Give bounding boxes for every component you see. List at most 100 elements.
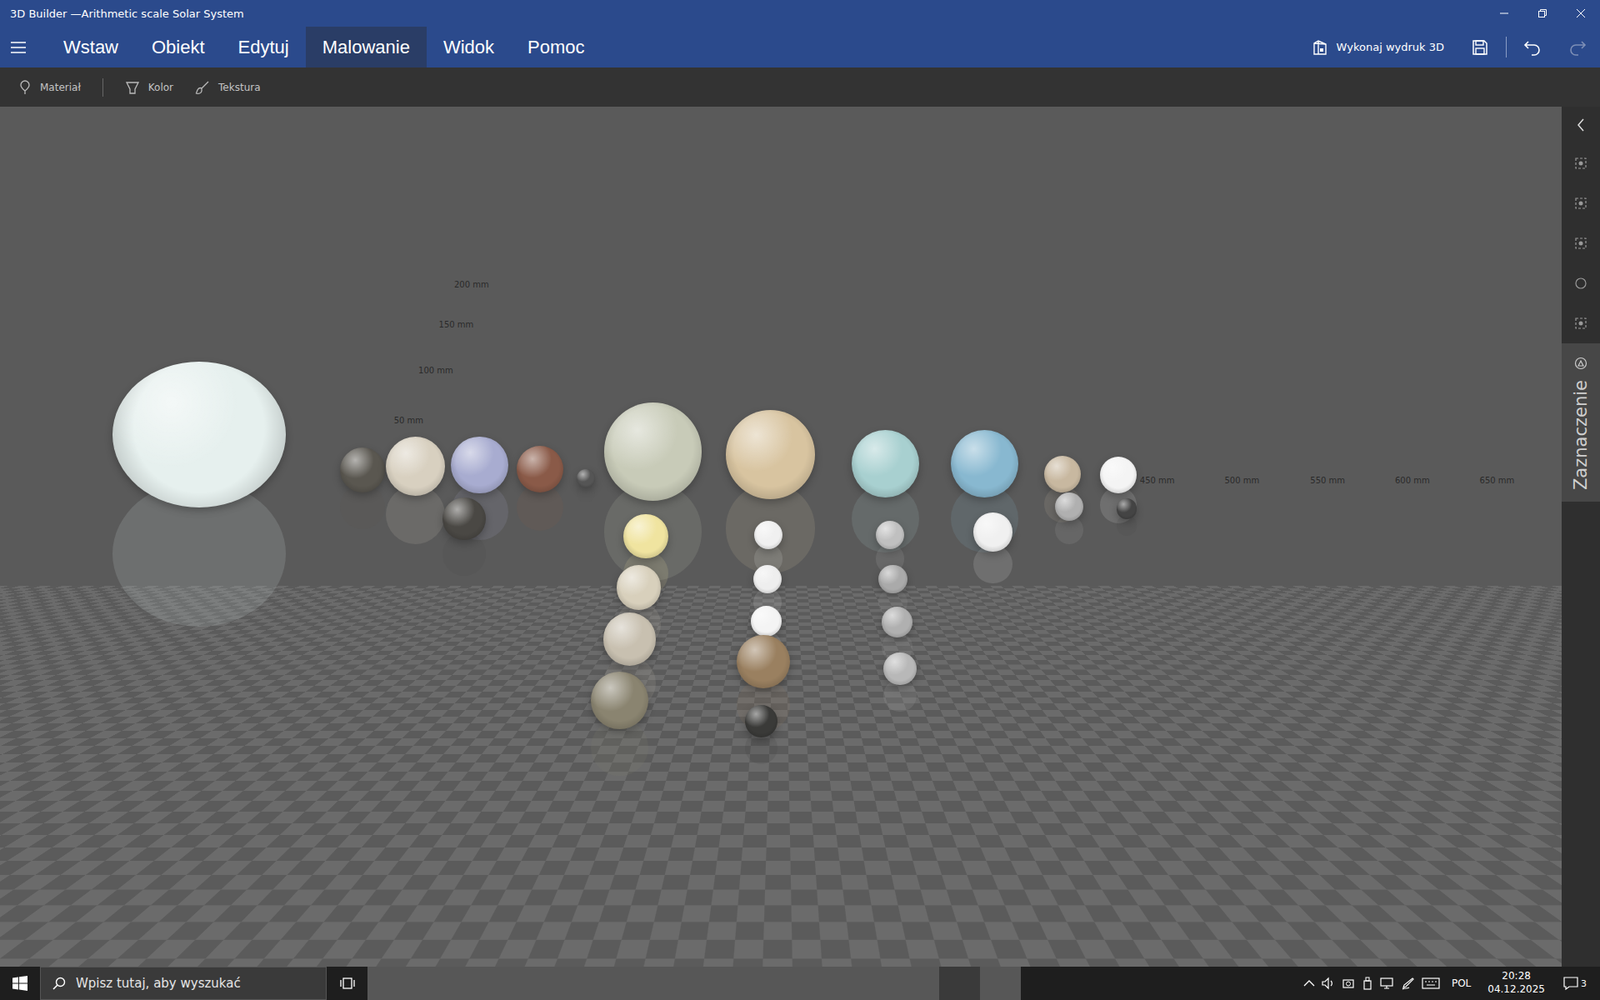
menu-tab[interactable]: Edytuj [221, 26, 306, 68]
sphere-model[interactable] [603, 612, 657, 666]
task-view-icon [340, 976, 355, 990]
scale-label: 100 mm [418, 365, 454, 375]
taskbar-app[interactable] [367, 966, 409, 1000]
taskbar-app[interactable] [530, 966, 572, 1000]
tool-icon [1574, 276, 1588, 290]
save-icon [1471, 39, 1489, 56]
taskbar-app[interactable] [490, 966, 531, 1000]
tool-icon [1574, 316, 1588, 330]
clock[interactable]: 20:2804.12.2025 [1482, 970, 1550, 996]
sphere-model[interactable] [851, 430, 920, 498]
speaker-icon[interactable] [1321, 976, 1335, 990]
sphere-model[interactable] [875, 520, 905, 550]
side-tool[interactable] [1561, 143, 1600, 184]
notification-center[interactable]: 3 [1556, 976, 1595, 990]
sphere-model[interactable] [442, 497, 485, 540]
usb-drive-icon[interactable] [1361, 976, 1374, 990]
taskbar-app[interactable] [775, 966, 817, 1000]
side-tool[interactable] [1561, 223, 1600, 264]
toolbar-button[interactable]: Kolor [116, 75, 182, 100]
menu-tab[interactable]: Malowanie [305, 26, 427, 68]
save-button[interactable] [1457, 26, 1503, 68]
side-tool[interactable] [1561, 183, 1600, 224]
chevron-up-icon[interactable] [1303, 979, 1315, 988]
sphere-model[interactable] [516, 445, 564, 493]
sphere-model[interactable] [623, 514, 669, 560]
toolbar-label: Materiał [40, 81, 81, 94]
sphere-model[interactable] [1044, 455, 1081, 493]
printer-3d-icon [1311, 39, 1329, 56]
restore-button[interactable] [1523, 0, 1562, 27]
sphere-model[interactable] [450, 436, 509, 495]
sphere-model[interactable] [878, 565, 907, 594]
task-view-button[interactable] [326, 966, 368, 1000]
side-tool[interactable] [1561, 303, 1600, 344]
undo-button[interactable] [1510, 26, 1555, 68]
taskbar-app[interactable] [898, 966, 940, 1000]
search-box[interactable]: Wpisz tutaj, aby wyszukać [40, 966, 327, 1000]
sphere-model[interactable] [736, 635, 790, 689]
network-icon[interactable] [1380, 976, 1395, 990]
side-tool[interactable] [1561, 263, 1600, 304]
taskbar-app[interactable] [735, 966, 776, 1000]
start-button[interactable] [0, 966, 40, 1000]
sphere-model[interactable] [1116, 498, 1137, 519]
taskbar-app[interactable] [980, 966, 1021, 1000]
sphere-model[interactable] [604, 402, 703, 501]
3d-viewport[interactable]: 50 mm100 mm150 mm200 mm450 mm500 mm550 m… [0, 106, 1562, 967]
taskbar-app[interactable] [612, 966, 654, 1000]
sphere-model[interactable] [1100, 456, 1137, 494]
pen-icon[interactable] [1401, 976, 1415, 990]
menu-tab[interactable]: Pomoc [510, 26, 601, 68]
scale-label: 200 mm [454, 280, 490, 290]
toolbar-button[interactable]: Materiał [10, 75, 90, 100]
taskbar-app[interactable] [653, 966, 695, 1000]
menu-tab[interactable]: Widok [426, 26, 511, 68]
taskbar-app[interactable] [571, 966, 613, 1000]
sphere-model[interactable] [725, 410, 816, 500]
sphere-model[interactable] [1055, 492, 1084, 521]
menu-tab[interactable]: Wstaw [46, 26, 135, 68]
taskbar-app[interactable] [939, 966, 980, 1000]
sphere-model[interactable] [112, 361, 286, 508]
sphere-model[interactable] [590, 671, 649, 730]
side-tool[interactable]: Zaznaczenie [1561, 343, 1600, 502]
keyboard-icon[interactable] [1421, 977, 1440, 990]
sphere-model[interactable] [385, 436, 445, 496]
taskbar: Wpisz tutaj, aby wyszukać POL 20:2804.12.2… [0, 966, 1600, 1000]
taskbar-app[interactable] [857, 966, 899, 1000]
sphere-model[interactable] [883, 652, 916, 685]
camera-icon[interactable] [1341, 976, 1355, 990]
sphere-model[interactable] [576, 469, 595, 488]
sphere-model[interactable] [950, 430, 1019, 498]
sphere-model[interactable] [881, 606, 913, 638]
sphere-model[interactable] [750, 605, 782, 637]
close-icon [1575, 8, 1586, 19]
system-tray: POL 20:2804.12.2025 3 [1303, 966, 1600, 1000]
sphere-model[interactable] [745, 705, 778, 738]
taskbar-app[interactable] [694, 966, 735, 1000]
minimize-button[interactable] [1485, 0, 1524, 27]
menu-tab[interactable]: Obiekt [135, 26, 222, 68]
sphere-model[interactable] [340, 447, 385, 493]
sphere-model[interactable] [973, 512, 1013, 552]
main-menu-button[interactable] [0, 26, 37, 68]
print-3d-button[interactable]: Wykonaj wydruk 3D [1298, 26, 1458, 68]
restore-icon [1537, 8, 1548, 19]
sphere-model[interactable] [616, 565, 662, 610]
taskbar-app[interactable] [816, 966, 858, 1000]
collapse-button[interactable] [1561, 106, 1600, 144]
input-language[interactable]: POL [1446, 977, 1476, 990]
taskbar-app[interactable] [408, 966, 450, 1000]
search-placeholder: Wpisz tutaj, aby wyszukać [75, 975, 241, 991]
sphere-model[interactable] [753, 565, 782, 594]
close-button[interactable] [1561, 0, 1600, 27]
redo-button[interactable] [1555, 26, 1600, 68]
menu-bar: WstawObiektEdytujMalowanieWidokPomoc Wyko… [0, 26, 1600, 68]
tool-icon [1574, 356, 1588, 370]
toolbar-button[interactable]: Tekstura [186, 75, 269, 100]
taskbar-app[interactable] [449, 966, 490, 1000]
windows-logo-icon [12, 975, 28, 991]
app-window: 3D Builder —Arithmetic scale Solar Syste… [0, 0, 1600, 1000]
notification-count: 3 [1580, 978, 1587, 990]
